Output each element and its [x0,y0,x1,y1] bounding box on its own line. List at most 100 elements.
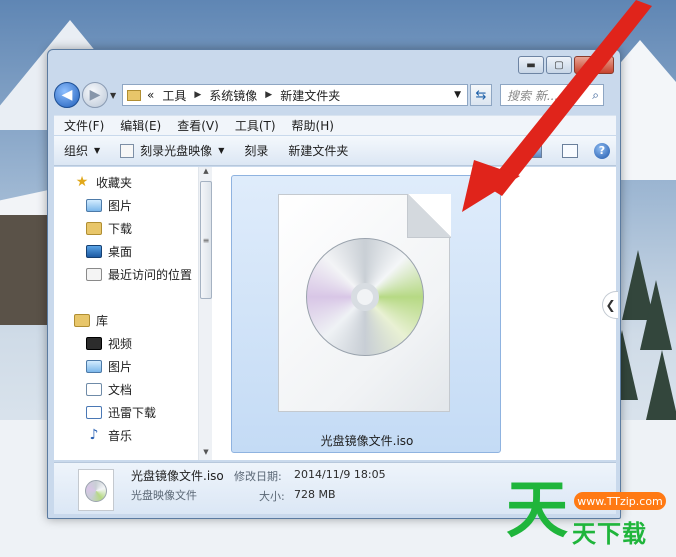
breadcrumb-tools[interactable]: 工具 [162,87,186,104]
details-modified-value: 2014/11/9 18:05 [294,468,386,481]
pictures-icon [86,198,102,212]
new-folder-button[interactable]: 新建文件夹 [278,142,358,159]
nav-item-lib-pictures[interactable]: 图片 [86,355,132,377]
window-controls: ▬ ▢ ✕ [516,56,614,74]
videos-icon [86,336,102,350]
nav-libraries[interactable]: 库 [74,309,108,331]
refresh-button[interactable]: ⇆ [470,84,492,106]
nav-item-documents[interactable]: 文档 [86,378,132,400]
close-button[interactable]: ✕ [574,56,614,74]
nav-item-label: 迅雷下载 [108,405,157,420]
preview-pane-icon[interactable] [562,143,578,158]
burn-button[interactable]: 刻录 [234,142,278,159]
nav-scrollbar[interactable]: ▲ ≡ ▼ [198,167,212,460]
nav-item-music[interactable]: ♪ 音乐 [86,424,132,446]
breadcrumb-new-folder[interactable]: 新建文件夹 [280,87,340,104]
chevron-down-icon: ▼ [94,146,101,155]
forward-button[interactable]: ▶ [82,82,108,108]
nav-libraries-label: 库 [96,313,109,328]
nav-item-label: 视频 [108,336,133,351]
nav-favorites[interactable]: ★ 收藏夹 [74,171,132,193]
recent-pages-dropdown[interactable]: ▼ [110,91,118,100]
details-modified-label: 修改日期: [234,470,282,483]
back-arrow-icon: ◀ [61,87,73,103]
menu-edit[interactable]: 编辑(E) [114,117,167,134]
file-item-selected[interactable]: 光盘镜像文件.iso [231,175,501,453]
music-note-icon: ♪ [89,427,99,443]
watermark-text: 天下载 [572,520,647,548]
pictures-icon [86,359,102,373]
navigation-pane: ★ 收藏夹 图片 下载 桌面 最近访问的位置 库 视频 图片 文档 迅雷下载 ♪… [54,167,212,460]
address-dropdown-icon[interactable]: ▼ [454,90,461,100]
nav-item-label: 下载 [108,221,133,236]
breadcrumb-system-images[interactable]: 系统镜像 [209,87,257,104]
scroll-up-icon[interactable]: ▲ [199,167,213,179]
desktop-icon [86,244,102,258]
documents-icon [86,382,102,396]
thunder-download-icon [86,405,102,419]
disc-icon [85,480,107,502]
command-bar: 组织 ▼ 刻录光盘映像 ▼ 刻录 新建文件夹 ? [54,136,616,166]
forward-arrow-icon: ▶ [89,87,101,103]
details-file-type: 光盘映像文件 [131,489,197,502]
content-area: ★ 收藏夹 图片 下载 桌面 最近访问的位置 库 视频 图片 文档 迅雷下载 ♪… [54,167,618,460]
nav-item-label: 图片 [108,359,133,374]
cabin [0,215,50,325]
file-name-label[interactable]: 光盘镜像文件.iso [232,432,502,449]
disc-burn-icon [120,143,135,158]
tree [640,280,672,350]
libraries-icon [74,313,90,327]
nav-item-label: 桌面 [108,244,133,259]
organize-button[interactable]: 组织 ▼ [54,142,110,159]
nav-item-desktop[interactable]: 桌面 [86,240,132,262]
menu-file[interactable]: 文件(F) [58,117,110,134]
menu-help[interactable]: 帮助(H) [286,117,340,134]
menu-tools[interactable]: 工具(T) [229,117,282,134]
address-bar[interactable]: « 工具 ▶ 系统镜像 ▶ 新建文件夹 ▼ [122,84,468,106]
explorer-window: ▬ ▢ ✕ ◀ ▶ ▼ « 工具 ▶ 系统镜像 ▶ 新建文件夹 ▼ ⇆ 搜索 新… [47,49,621,519]
maximize-button[interactable]: ▢ [546,56,572,74]
nav-item-downloads[interactable]: 下载 [86,217,132,239]
disc-icon [306,238,424,356]
new-folder-label: 新建文件夹 [288,144,349,158]
address-prefix[interactable]: « [147,88,154,102]
minimize-button[interactable]: ▬ [518,56,544,74]
nav-item-label: 文档 [108,382,133,397]
nav-item-thunder-downloads[interactable]: 迅雷下载 [86,401,156,423]
chevron-left-icon[interactable]: ❮ [602,291,618,319]
recent-places-icon [86,267,102,281]
nav-item-label: 图片 [108,198,133,213]
burn-label: 刻录 [244,144,269,158]
nav-item-videos[interactable]: 视频 [86,332,132,354]
breadcrumb-separator-icon[interactable]: ▶ [265,90,272,100]
search-input[interactable]: 搜索 新... ⌕ [500,84,604,106]
menu-bar: 文件(F) 编辑(E) 查看(V) 工具(T) 帮助(H) [54,115,616,135]
nav-item-label: 音乐 [108,428,133,443]
help-icon[interactable]: ? [594,142,610,159]
search-placeholder: 搜索 新... [507,88,559,103]
menu-view[interactable]: 查看(V) [171,117,225,134]
scroll-down-icon[interactable]: ▼ [199,448,213,460]
view-controls: ? [516,142,616,159]
change-view-icon[interactable] [526,143,542,158]
details-size-label: 大小: [259,490,285,503]
nav-item-label: 最近访问的位置 [108,267,193,282]
page-fold [407,194,451,238]
nav-favorites-label: 收藏夹 [96,175,133,190]
folder-icon [127,89,141,101]
chevron-down-icon: ▼ [218,146,225,155]
nav-item-recent[interactable]: 最近访问的位置 [86,263,192,285]
downloads-icon [86,221,102,235]
scroll-thumb[interactable]: ≡ [200,181,212,299]
burn-image-label: 刻录光盘映像 [140,144,213,158]
details-size-value: 728 MB [294,488,336,501]
refresh-icon: ⇆ [475,87,487,103]
nav-item-pictures[interactable]: 图片 [86,194,132,216]
address-toolbar: ◀ ▶ ▼ « 工具 ▶ 系统镜像 ▶ 新建文件夹 ▼ ⇆ 搜索 新... ⌕ [54,80,616,110]
back-button[interactable]: ◀ [54,82,80,108]
magnifier-icon[interactable]: ⌕ [592,88,599,103]
file-view: 光盘镜像文件.iso ❮ [214,167,618,460]
tree [646,350,676,420]
burn-image-button[interactable]: 刻录光盘映像 ▼ [110,142,234,159]
breadcrumb-separator-icon[interactable]: ▶ [194,90,201,100]
